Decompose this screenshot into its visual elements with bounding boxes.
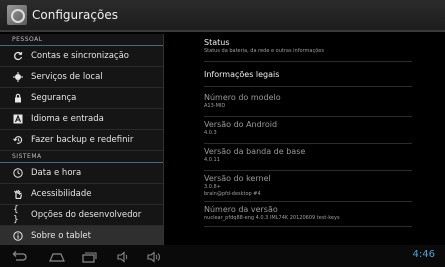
- clock-icon: [13, 168, 23, 178]
- pref-legal-info[interactable]: Informações legais: [204, 67, 412, 87]
- sidebar-item-security[interactable]: Segurança: [0, 88, 163, 109]
- pref-summary: 4.0.3: [204, 130, 217, 136]
- pref-title: Versão do Android: [204, 120, 278, 129]
- pref-kernel-version: Versão do kernel 3.0.8+ brain@pfd-deskto…: [204, 172, 412, 202]
- pref-title: Versão da banda de base: [204, 147, 306, 156]
- recent-apps-icon[interactable]: [80, 249, 98, 263]
- sidebar-item-about-tablet[interactable]: Sobre o tablet: [0, 226, 163, 247]
- sync-icon: [13, 51, 23, 61]
- pref-title: Status: [204, 38, 230, 47]
- home-icon[interactable]: [48, 249, 66, 263]
- page-title: Configurações: [32, 8, 118, 22]
- lock-icon: [13, 93, 23, 103]
- pref-title: Versão do kernel: [204, 174, 271, 183]
- sidebar-item-label: Sobre o tablet: [31, 231, 91, 241]
- sidebar-item-label: Opções do desenvolvedor: [31, 210, 142, 220]
- language-icon: [13, 114, 23, 124]
- sidebar-item-label: Serviços de local: [31, 72, 103, 82]
- volume-up-icon[interactable]: [146, 249, 164, 263]
- accessibility-icon: [13, 189, 23, 199]
- volume-down-icon[interactable]: [115, 249, 133, 263]
- pref-model-number: Número do modelo A13-MID: [204, 91, 412, 117]
- pref-title: Informações legais: [204, 70, 280, 79]
- sidebar-item-location[interactable]: Serviços de local: [0, 67, 163, 88]
- location-icon: [13, 72, 23, 82]
- pref-summary: nuclear_pfdq88-eng 4.0.3 IML74K 20120609…: [204, 215, 340, 221]
- about-tablet-pane: Status Status da bateria, da rede e outr…: [163, 34, 445, 245]
- sidebar-item-accessibility[interactable]: Acessibilidade: [0, 184, 163, 205]
- sidebar-item-label: Contas e sincronização: [31, 51, 129, 61]
- sidebar-item-developer-options[interactable]: { } Opções do desenvolvedor: [0, 205, 163, 226]
- sidebar-item-label: Segurança: [31, 93, 77, 103]
- pref-android-version[interactable]: Versão do Android 4.0.3: [204, 118, 412, 144]
- sidebar-item-language-input[interactable]: Idioma e entrada: [0, 109, 163, 130]
- pref-status[interactable]: Status Status da bateria, da rede e outr…: [204, 38, 412, 62]
- sidebar-item-date-time[interactable]: Data e hora: [0, 163, 163, 184]
- pref-baseband-version: Versão da banda de base 4.0.11: [204, 145, 412, 171]
- backup-icon: [13, 135, 23, 145]
- status-clock: 4:46: [412, 249, 435, 260]
- system-nav-bar: 4:46: [0, 245, 445, 267]
- pref-summary: Status da bateria, da rede e outras info…: [204, 48, 324, 54]
- pref-summary: brain@pfd-desktop #4: [204, 191, 261, 197]
- sidebar-item-label: Fazer backup e redefinir: [31, 135, 134, 145]
- pref-summary: 3.0.8+: [204, 184, 221, 190]
- pref-summary: A13-MID: [204, 103, 226, 109]
- back-icon[interactable]: [10, 249, 28, 263]
- info-icon: [13, 231, 23, 241]
- pref-build-number: Número da versão nuclear_pfdq88-eng 4.0.…: [204, 203, 412, 227]
- section-header-personal: PESSOAL: [0, 34, 163, 46]
- sidebar-item-label: Idioma e entrada: [31, 114, 104, 124]
- pref-summary: 4.0.11: [204, 157, 220, 163]
- sidebar-item-label: Data e hora: [31, 168, 82, 178]
- sidebar-item-label: Acessibilidade: [31, 189, 92, 199]
- action-bar: Configurações: [0, 0, 445, 32]
- section-header-system: SISTEMA: [0, 151, 163, 163]
- settings-app-icon[interactable]: [7, 5, 27, 25]
- sidebar-item-backup-reset[interactable]: Fazer backup e redefinir: [0, 130, 163, 151]
- pref-title: Número da versão: [204, 205, 278, 214]
- braces-icon: { }: [13, 205, 19, 225]
- pref-title: Número do modelo: [204, 93, 281, 102]
- sidebar-item-accounts-sync[interactable]: Contas e sincronização: [0, 46, 163, 67]
- settings-sidebar: PESSOAL Contas e sincronização Serviços …: [0, 34, 163, 247]
